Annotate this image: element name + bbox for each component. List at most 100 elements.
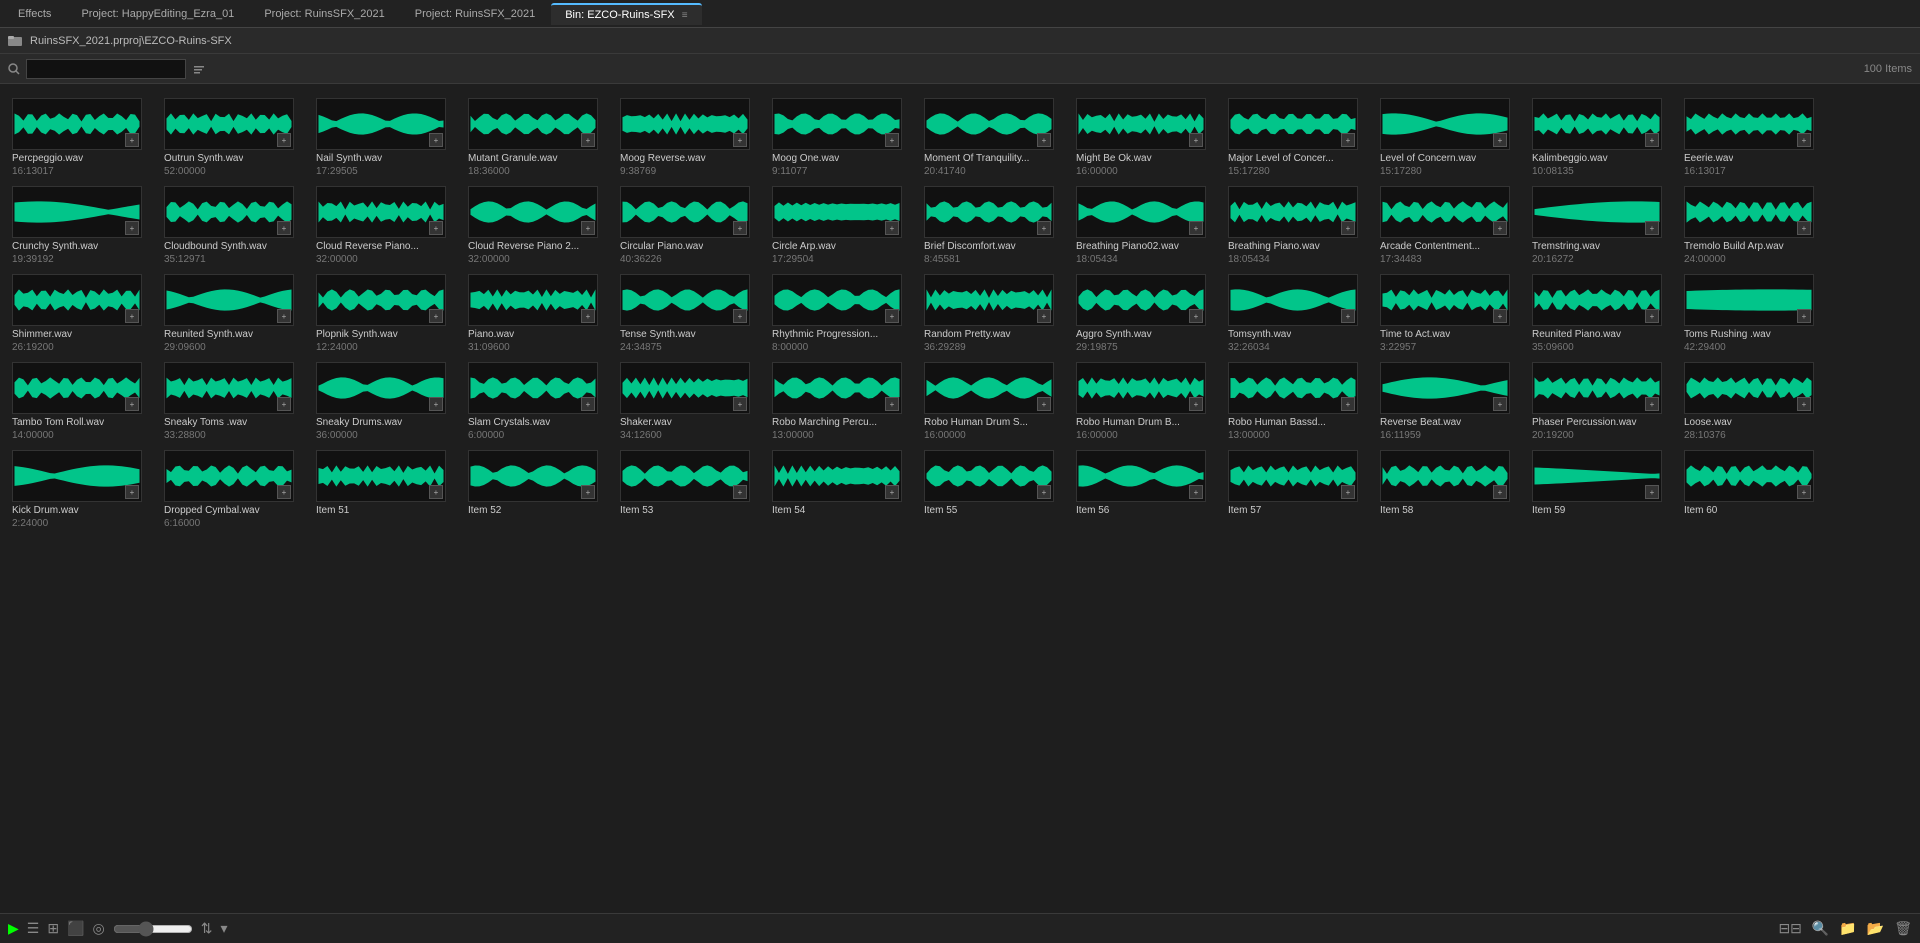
thumbnail: + bbox=[316, 98, 446, 150]
media-item[interactable]: + Circular Piano.wav 40:36226 bbox=[614, 182, 766, 270]
media-item[interactable]: + Random Pretty.wav 36:29289 bbox=[918, 270, 1070, 358]
media-item[interactable]: + Robo Human Bassd... 13:00000 bbox=[1222, 358, 1374, 446]
media-item[interactable]: + Item 56 bbox=[1070, 446, 1222, 534]
tab-project-ruins-1[interactable]: Project: RuinsSFX_2021 bbox=[250, 4, 398, 24]
media-item[interactable]: + Moment Of Tranquility... 20:41740 bbox=[918, 94, 1070, 182]
media-item[interactable]: + Cloud Reverse Piano 2... 32:00000 bbox=[462, 182, 614, 270]
tab-project-ruins-2[interactable]: Project: RuinsSFX_2021 bbox=[401, 4, 549, 24]
media-item[interactable]: + Cloud Reverse Piano... 32:00000 bbox=[310, 182, 462, 270]
grid-view-icon[interactable]: ⊞ bbox=[47, 920, 59, 937]
zoom-slider[interactable] bbox=[113, 921, 193, 937]
media-item[interactable]: + Reunited Synth.wav 29:09600 bbox=[158, 270, 310, 358]
list-view-icon[interactable]: ☰ bbox=[27, 920, 40, 937]
media-item[interactable]: + Tambo Tom Roll.wav 14:00000 bbox=[6, 358, 158, 446]
media-item[interactable]: + Eeerie.wav 16:13017 bbox=[1678, 94, 1830, 182]
media-name: Cloud Reverse Piano... bbox=[316, 240, 419, 253]
media-item[interactable]: + Arcade Contentment... 17:34483 bbox=[1374, 182, 1526, 270]
filter-icon[interactable]: ▾ bbox=[220, 920, 227, 937]
media-duration: 13:00000 bbox=[772, 429, 814, 442]
tab-close-icon[interactable]: ≡ bbox=[682, 10, 688, 21]
media-name: Time to Act.wav bbox=[1380, 328, 1450, 341]
media-item[interactable]: + Loose.wav 28:10376 bbox=[1678, 358, 1830, 446]
media-item[interactable]: + Reverse Beat.wav 16:11959 bbox=[1374, 358, 1526, 446]
media-item[interactable]: + Piano.wav 31:09600 bbox=[462, 270, 614, 358]
thumbnail: + bbox=[316, 362, 446, 414]
media-item[interactable]: + Mutant Granule.wav 18:36000 bbox=[462, 94, 614, 182]
media-item[interactable]: + Item 52 bbox=[462, 446, 614, 534]
media-item[interactable]: + Kalimbeggio.wav 10:08135 bbox=[1526, 94, 1678, 182]
thumbnail: + bbox=[1532, 450, 1662, 502]
metadata-icon[interactable]: ◎ bbox=[93, 920, 105, 937]
search-options-icon[interactable] bbox=[192, 62, 206, 76]
media-item[interactable]: + Might Be Ok.wav 16:00000 bbox=[1070, 94, 1222, 182]
media-item[interactable]: + Moog One.wav 9:11077 bbox=[766, 94, 918, 182]
folder-bottom-icon[interactable]: 📁 bbox=[1839, 920, 1856, 937]
media-name: Reunited Piano.wav bbox=[1532, 328, 1621, 341]
media-item[interactable]: + Phaser Percussion.wav 20:19200 bbox=[1526, 358, 1678, 446]
media-duration: 20:19200 bbox=[1532, 429, 1574, 442]
media-item[interactable]: + Moog Reverse.wav 9:38769 bbox=[614, 94, 766, 182]
media-item[interactable]: + Item 51 bbox=[310, 446, 462, 534]
media-item[interactable]: + Percpeggio.wav 16:13017 bbox=[6, 94, 158, 182]
media-item[interactable]: + Item 55 bbox=[918, 446, 1070, 534]
thumbnail: + bbox=[164, 450, 294, 502]
media-item[interactable]: + Sneaky Drums.wav 36:00000 bbox=[310, 358, 462, 446]
media-item[interactable]: + Circle Arp.wav 17:29504 bbox=[766, 182, 918, 270]
media-item[interactable]: + Cloudbound Synth.wav 35:12971 bbox=[158, 182, 310, 270]
media-item[interactable]: + Reunited Piano.wav 35:09600 bbox=[1526, 270, 1678, 358]
media-name: Robo Human Drum S... bbox=[924, 416, 1028, 429]
search-bottom-icon[interactable]: 🔍 bbox=[1812, 920, 1829, 937]
tab-effects[interactable]: Effects bbox=[4, 4, 65, 24]
media-item[interactable]: + Crunchy Synth.wav 19:39192 bbox=[6, 182, 158, 270]
media-item[interactable]: + Dropped Cymbal.wav 6:16000 bbox=[158, 446, 310, 534]
media-item[interactable]: + Tremolo Build Arp.wav 24:00000 bbox=[1678, 182, 1830, 270]
media-item[interactable]: + Toms Rushing .wav 42:29400 bbox=[1678, 270, 1830, 358]
media-duration: 26:19200 bbox=[12, 341, 54, 354]
tab-bin-ezco[interactable]: Bin: EZCO-Ruins-SFX ≡ bbox=[551, 3, 701, 25]
play-icon[interactable]: ▶ bbox=[8, 920, 19, 937]
media-item[interactable]: + Plopnik Synth.wav 12:24000 bbox=[310, 270, 462, 358]
media-item[interactable]: + Item 53 bbox=[614, 446, 766, 534]
search-input[interactable] bbox=[26, 59, 186, 79]
media-item[interactable]: + Robo Marching Percu... 13:00000 bbox=[766, 358, 918, 446]
thumbnail: + bbox=[164, 186, 294, 238]
media-item[interactable]: + Shimmer.wav 26:19200 bbox=[6, 270, 158, 358]
media-item[interactable]: + Item 60 bbox=[1678, 446, 1830, 534]
thumbnail-size-icon[interactable]: ⊟⊟ bbox=[1778, 920, 1801, 937]
media-item[interactable]: + Robo Human Drum B... 16:00000 bbox=[1070, 358, 1222, 446]
preview-icon[interactable]: ⬛ bbox=[67, 920, 84, 937]
delete-icon[interactable]: 🗑 bbox=[1894, 920, 1912, 937]
waveform-icon bbox=[1685, 99, 1813, 149]
media-item[interactable]: + Outrun Synth.wav 52:00000 bbox=[158, 94, 310, 182]
media-name: Cloud Reverse Piano 2... bbox=[468, 240, 579, 253]
media-item[interactable]: + Item 59 bbox=[1526, 446, 1678, 534]
media-duration: 16:00000 bbox=[1076, 429, 1118, 442]
thumbnail: + bbox=[620, 274, 750, 326]
sort-icon[interactable]: ⇅ bbox=[201, 920, 213, 937]
media-item[interactable]: + Breathing Piano02.wav 18:05434 bbox=[1070, 182, 1222, 270]
media-item[interactable]: + Breathing Piano.wav 18:05434 bbox=[1222, 182, 1374, 270]
media-item[interactable]: + Major Level of Concer... 15:17280 bbox=[1222, 94, 1374, 182]
media-item[interactable]: + Shaker.wav 34:12600 bbox=[614, 358, 766, 446]
media-item[interactable]: + Kick Drum.wav 2:24000 bbox=[6, 446, 158, 534]
media-item[interactable]: + Rhythmic Progression... 8:00000 bbox=[766, 270, 918, 358]
media-item[interactable]: + Nail Synth.wav 17:29505 bbox=[310, 94, 462, 182]
tab-project-happy[interactable]: Project: HappyEditing_Ezra_01 bbox=[67, 4, 248, 24]
media-item[interactable]: + Sneaky Toms .wav 33:28800 bbox=[158, 358, 310, 446]
media-item[interactable]: + Aggro Synth.wav 29:19875 bbox=[1070, 270, 1222, 358]
media-item[interactable]: + Tremstring.wav 20:16272 bbox=[1526, 182, 1678, 270]
media-item[interactable]: + Item 57 bbox=[1222, 446, 1374, 534]
media-name: Item 52 bbox=[468, 504, 501, 517]
media-item[interactable]: + Item 58 bbox=[1374, 446, 1526, 534]
media-name: Piano.wav bbox=[468, 328, 514, 341]
media-item[interactable]: + Tense Synth.wav 24:34875 bbox=[614, 270, 766, 358]
new-bin-icon[interactable]: 📂 bbox=[1867, 920, 1884, 937]
media-item[interactable]: + Brief Discomfort.wav 8:45581 bbox=[918, 182, 1070, 270]
media-item[interactable]: + Slam Crystals.wav 6:00000 bbox=[462, 358, 614, 446]
media-duration: 29:19875 bbox=[1076, 341, 1118, 354]
media-item[interactable]: + Robo Human Drum S... 16:00000 bbox=[918, 358, 1070, 446]
media-item[interactable]: + Level of Concern.wav 15:17280 bbox=[1374, 94, 1526, 182]
media-item[interactable]: + Time to Act.wav 3:22957 bbox=[1374, 270, 1526, 358]
media-item[interactable]: + Item 54 bbox=[766, 446, 918, 534]
media-item[interactable]: + Tomsynth.wav 32:26034 bbox=[1222, 270, 1374, 358]
